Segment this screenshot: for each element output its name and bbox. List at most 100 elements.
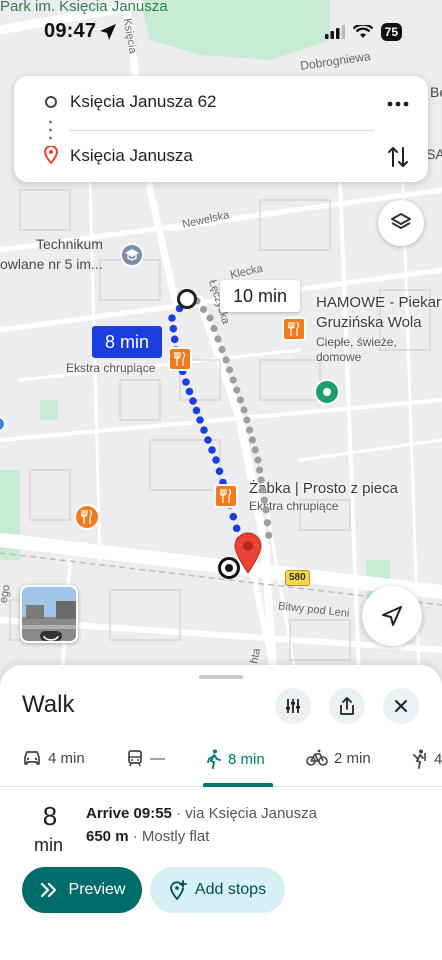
navigation-arrow-icon: [382, 606, 402, 626]
tab-bike-label: 2 min: [334, 749, 371, 767]
duration-value: 8: [42, 801, 58, 831]
layers-button[interactable]: [378, 200, 424, 246]
tab-drive[interactable]: 4 min: [22, 749, 85, 767]
route-time-bubble-alt[interactable]: 10 min: [220, 280, 300, 312]
destination-field[interactable]: Księcia Janusza: [70, 146, 193, 166]
add-stops-label: Add stops: [194, 881, 267, 898]
share-button[interactable]: [329, 688, 365, 724]
origin-field[interactable]: Księcia Janusza 62: [70, 92, 216, 112]
tab-ride-label: 4: [434, 750, 442, 768]
distance-line: 650 m · Mostly flat: [86, 828, 209, 845]
duration-unit: min: [34, 835, 64, 855]
restaurant-icon[interactable]: [282, 317, 306, 341]
alt-route-dot: [199, 305, 208, 314]
add-stops-button[interactable]: Add stops: [150, 867, 285, 913]
share-icon: [340, 697, 354, 715]
alt-route-dot: [254, 456, 262, 464]
alt-route-dot: [251, 446, 259, 454]
bike-icon: [306, 749, 328, 766]
restaurant-icon[interactable]: [214, 484, 238, 508]
route-options-button[interactable]: [275, 688, 311, 724]
close-icon: [395, 700, 407, 712]
tab-ride[interactable]: 4: [410, 749, 442, 769]
tune-icon: [286, 699, 300, 713]
preview-label: Preview: [68, 881, 126, 898]
swap-icon[interactable]: [386, 144, 410, 170]
alt-route-dot: [218, 345, 226, 354]
directions-card: Księcia Janusza 62 Księcia Janusza: [14, 76, 428, 182]
main-route-dot: [200, 426, 208, 434]
double-chevron-icon: [40, 882, 56, 898]
main-route-dot: [208, 446, 216, 454]
alt-route-dot: [214, 335, 222, 343]
alt-route-dot: [243, 416, 251, 424]
main-route-dot: [229, 512, 238, 521]
street-view-thumbnail[interactable]: [20, 585, 78, 643]
sheet-drag-handle[interactable]: [199, 675, 243, 679]
route-time-bubble-main[interactable]: 8 min: [92, 326, 162, 358]
destination-pin-icon[interactable]: [233, 532, 263, 574]
close-button[interactable]: [383, 688, 419, 724]
more-options-icon[interactable]: [386, 94, 410, 114]
main-route-dot: [212, 456, 220, 464]
status-time: 09:47: [44, 20, 97, 42]
tab-walk[interactable]: 8 min: [206, 749, 265, 769]
battery-indicator: 75: [380, 23, 402, 41]
add-location-icon: [170, 880, 187, 900]
alt-route-dot: [229, 376, 237, 384]
alt-route-dot: [210, 324, 218, 333]
location-arrow-icon: [100, 24, 116, 40]
alt-route-dot: [265, 531, 273, 539]
arrival-time: Arrive 09:55: [86, 805, 172, 822]
status-bar: 09:47 75: [0, 0, 442, 62]
main-route-dot: [169, 324, 178, 333]
layers-icon: [391, 213, 411, 229]
restaurant-icon[interactable]: [168, 347, 192, 371]
alt-route-dot: [257, 476, 265, 484]
field-divider: [70, 130, 374, 131]
alt-route-dot: [262, 506, 270, 514]
main-route-dot: [204, 436, 212, 444]
transit-icon: [128, 750, 142, 767]
route-terrain: · Mostly flat: [128, 828, 210, 845]
alt-route-dot: [233, 386, 241, 394]
alt-route-dot: [240, 406, 248, 414]
main-route-dot: [168, 314, 176, 322]
signal-icon: [324, 25, 345, 39]
tab-walk-label: 8 min: [228, 750, 265, 768]
main-route-dot: [185, 387, 194, 396]
main-route-dot: [232, 524, 241, 533]
tab-drive-label: 4 min: [48, 749, 85, 767]
tab-transit[interactable]: —: [126, 749, 165, 767]
route-dots-icon: [49, 120, 52, 140]
main-route-dot: [189, 397, 197, 405]
walk-icon: [207, 749, 221, 769]
origin-marker[interactable]: [177, 289, 197, 309]
sheet-title: Walk: [22, 691, 75, 718]
restaurant-icon[interactable]: [74, 504, 100, 530]
main-route-dot: [192, 406, 201, 415]
alt-route-dot: [256, 466, 264, 474]
alt-route-dot: [206, 314, 214, 322]
tab-bike[interactable]: 2 min: [306, 749, 371, 767]
arrival-line: Arrive 09:55 · via Księcia Janusza: [86, 805, 317, 822]
alt-route-dot: [226, 366, 234, 374]
alt-route-dot: [236, 396, 244, 404]
main-route-dot: [170, 335, 179, 344]
place-marker-icon[interactable]: [314, 379, 340, 405]
preview-button[interactable]: Preview: [22, 867, 142, 913]
alt-route-dot: [263, 519, 271, 527]
active-tab-indicator: [203, 783, 273, 787]
main-route-dot: [215, 467, 224, 476]
tab-transit-label: —: [150, 749, 165, 767]
alt-route-dot: [248, 436, 256, 444]
alt-route-dot: [260, 496, 268, 504]
travel-mode-tabs: 4 min — 8 min 2 min 4: [0, 741, 442, 787]
directions-sheet: Walk 4 min — 8 min 2 min 4 8 min Arrive …: [0, 665, 442, 960]
my-location-button[interactable]: [362, 586, 422, 646]
main-route-dot: [182, 378, 190, 386]
route-via: · via Księcia Janusza: [171, 805, 317, 822]
origin-circle-icon: [45, 96, 57, 108]
car-icon: [24, 751, 40, 765]
route-distance: 650 m: [86, 828, 129, 845]
